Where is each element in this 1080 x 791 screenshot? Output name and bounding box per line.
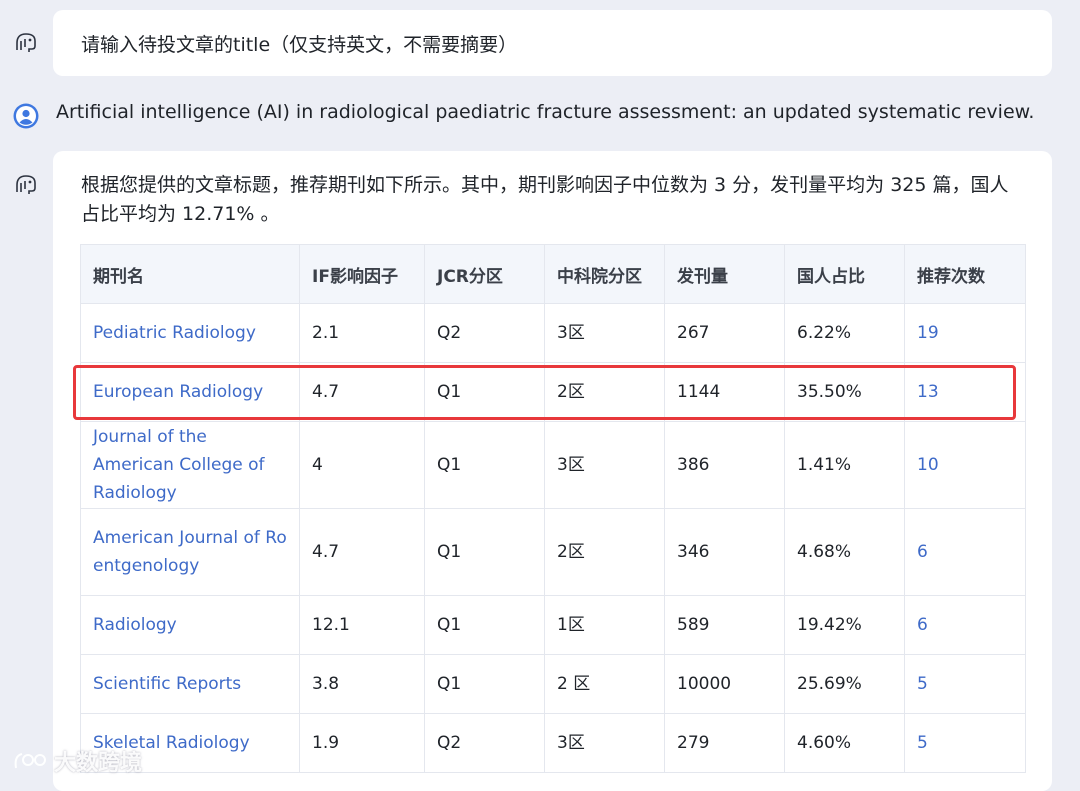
journal-name-link[interactable]: Scientific Reports bbox=[80, 654, 300, 714]
journal-name-link[interactable]: Radiology bbox=[80, 595, 300, 655]
jcr-cell: Q2 bbox=[424, 713, 545, 773]
answer-summary: 根据您提供的文章标题，推荐期刊如下所示。其中，期刊影响因子中位数为 3 分，发刊… bbox=[81, 174, 1009, 225]
jcr-cell: Q1 bbox=[424, 654, 545, 714]
cn-ratio-cell: 25.69% bbox=[784, 654, 905, 714]
table-header-row: 期刊名 IF影响因子 JCR分区 中科院分区 发刊量 国人占比 推荐次数 bbox=[80, 244, 1026, 304]
column-header[interactable]: JCR分区 bbox=[424, 244, 545, 304]
recommend-count-link[interactable]: 10 bbox=[904, 421, 1026, 509]
cn-ratio-cell: 35.50% bbox=[784, 362, 905, 422]
cn-ratio-cell: 19.42% bbox=[784, 595, 905, 655]
table-row: Pediatric Radiology 2.1 Q2 3区 267 6.22% … bbox=[80, 303, 1026, 363]
recommend-count-link[interactable]: 5 bbox=[904, 654, 1026, 714]
table-row: Skeletal Radiology 1.9 Q2 3区 279 4.60% 5 bbox=[80, 713, 1026, 773]
cas-cell: 1区 bbox=[544, 595, 665, 655]
column-header[interactable]: 中科院分区 bbox=[544, 244, 665, 304]
jcr-cell: Q2 bbox=[424, 303, 545, 363]
table-row: Radiology 12.1 Q1 1区 589 19.42% 6 bbox=[80, 595, 1026, 655]
journal-name-link[interactable]: European Radiology bbox=[80, 362, 300, 422]
volume-cell: 589 bbox=[664, 595, 785, 655]
bot-avatar-icon bbox=[13, 29, 39, 55]
watermark: 大数跨境 bbox=[12, 745, 142, 777]
table-row: Scientific Reports 3.8 Q1 2 区 10000 25.6… bbox=[80, 654, 1026, 714]
cn-ratio-cell: 4.60% bbox=[784, 713, 905, 773]
recommend-count-link[interactable]: 6 bbox=[904, 595, 1026, 655]
cn-ratio-cell: 1.41% bbox=[784, 421, 905, 509]
watermark-text: 大数跨境 bbox=[54, 751, 143, 776]
journal-table: 期刊名 IF影响因子 JCR分区 中科院分区 发刊量 国人占比 推荐次数 Ped… bbox=[80, 244, 1026, 773]
recommend-count-link[interactable]: 5 bbox=[904, 713, 1026, 773]
volume-cell: 346 bbox=[664, 508, 785, 596]
cas-cell: 3区 bbox=[544, 421, 665, 509]
journal-name-link[interactable]: Journal of the American College of Radio… bbox=[80, 421, 300, 509]
journal-name-link[interactable]: American Journal of Roentgenology bbox=[80, 508, 300, 596]
jcr-cell: Q1 bbox=[424, 595, 545, 655]
volume-cell: 10000 bbox=[664, 654, 785, 714]
jcr-cell: Q1 bbox=[424, 421, 545, 509]
volume-cell: 386 bbox=[664, 421, 785, 509]
volume-cell: 1144 bbox=[664, 362, 785, 422]
watermark-logo-icon bbox=[14, 753, 46, 769]
jcr-cell: Q1 bbox=[424, 362, 545, 422]
recommend-count-link[interactable]: 13 bbox=[904, 362, 1026, 422]
table-row: Journal of the American College of Radio… bbox=[80, 421, 1026, 509]
impact-factor-cell: 2.1 bbox=[299, 303, 425, 363]
journal-name-link[interactable]: Pediatric Radiology bbox=[80, 303, 300, 363]
cas-cell: 3区 bbox=[544, 303, 665, 363]
impact-factor-cell: 4.7 bbox=[299, 362, 425, 422]
column-header[interactable]: 国人占比 bbox=[784, 244, 905, 304]
column-header[interactable]: IF影响因子 bbox=[299, 244, 425, 304]
impact-factor-cell: 3.8 bbox=[299, 654, 425, 714]
recommend-count-link[interactable]: 6 bbox=[904, 508, 1026, 596]
column-header[interactable]: 发刊量 bbox=[664, 244, 785, 304]
jcr-cell: Q1 bbox=[424, 508, 545, 596]
bot-avatar-icon bbox=[13, 171, 39, 197]
recommend-count-link[interactable]: 19 bbox=[904, 303, 1026, 363]
prompt-text: 请输入待投文章的title（仅支持英文，不需要摘要） bbox=[81, 33, 518, 56]
user-avatar-icon bbox=[13, 103, 39, 129]
volume-cell: 279 bbox=[664, 713, 785, 773]
impact-factor-cell: 12.1 bbox=[299, 595, 425, 655]
volume-cell: 267 bbox=[664, 303, 785, 363]
table-row: European Radiology 4.7 Q1 2区 1144 35.50%… bbox=[80, 362, 1026, 422]
column-header[interactable]: 推荐次数 bbox=[904, 244, 1026, 304]
user-message: Artificial intelligence (AI) in radiolog… bbox=[56, 101, 1035, 123]
impact-factor-cell: 4.7 bbox=[299, 508, 425, 596]
cas-cell: 3区 bbox=[544, 713, 665, 773]
answer-card: 根据您提供的文章标题，推荐期刊如下所示。其中，期刊影响因子中位数为 3 分，发刊… bbox=[53, 151, 1052, 791]
column-header[interactable]: 期刊名 bbox=[80, 244, 300, 304]
cas-cell: 2区 bbox=[544, 508, 665, 596]
cas-cell: 2区 bbox=[544, 362, 665, 422]
prompt-card: 请输入待投文章的title（仅支持英文，不需要摘要） bbox=[53, 10, 1052, 76]
impact-factor-cell: 4 bbox=[299, 421, 425, 509]
cn-ratio-cell: 4.68% bbox=[784, 508, 905, 596]
cn-ratio-cell: 6.22% bbox=[784, 303, 905, 363]
cas-cell: 2 区 bbox=[544, 654, 665, 714]
table-row: American Journal of Roentgenology 4.7 Q1… bbox=[80, 508, 1026, 596]
impact-factor-cell: 1.9 bbox=[299, 713, 425, 773]
